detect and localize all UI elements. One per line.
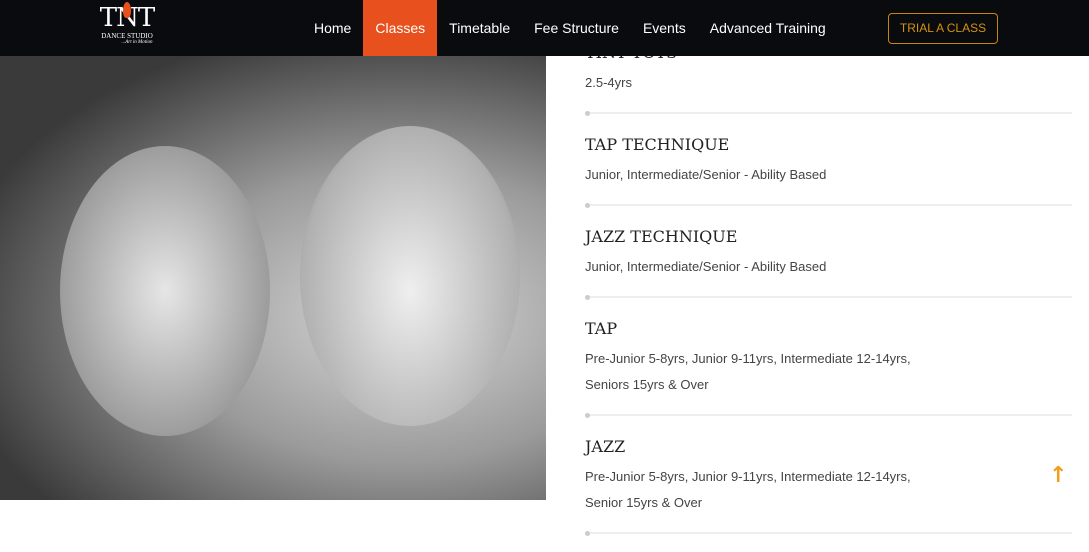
nav-classes[interactable]: Classes [363, 0, 438, 56]
nav-timetable[interactable]: Timetable [437, 0, 522, 56]
logo[interactable]: TNT DANCE STUDIO ...Art in Motion [92, 2, 162, 52]
class-desc: Junior, Intermediate/Senior - Ability Ba… [585, 167, 827, 182]
dancer-left [60, 146, 270, 436]
class-title: TAP [585, 319, 618, 338]
nav-advanced-training[interactable]: Advanced Training [698, 0, 838, 56]
class-title: JAZZ [585, 437, 626, 456]
class-title: JAZZ TECHNIQUE [585, 227, 738, 246]
class-list: TINY TOTS2.5-4yrs TAP TECHNIQUEJunior, I… [585, 40, 1072, 552]
class-desc: 2.5-4yrs [585, 75, 632, 90]
class-title: TAP TECHNIQUE [585, 135, 730, 154]
nav-events[interactable]: Events [631, 0, 698, 56]
flame-icon [123, 2, 131, 18]
class-item: JAZZ Pre-Junior 5-8yrs, Junior 9-11yrs, I… [585, 434, 1072, 536]
class-desc: Junior, Intermediate/Senior - Ability Ba… [585, 259, 827, 274]
class-desc: Pre-Junior 5-8yrs, Junior 9-11yrs, Inter… [585, 351, 911, 392]
nav-fee-structure[interactable]: Fee Structure [522, 0, 631, 56]
logo-tagline: ...Art in Motion [121, 40, 153, 45]
class-item: TAP Pre-Junior 5-8yrs, Junior 9-11yrs, In… [585, 316, 1072, 418]
dancer-right [300, 126, 520, 426]
hero-photo [0, 56, 546, 500]
class-item: TAP TECHNIQUE Junior, Intermediate/Senior… [585, 132, 1072, 208]
main-nav: Home Classes Timetable Fee Structure Eve… [302, 0, 838, 56]
logo-subtitle: DANCE STUDIO [101, 32, 153, 40]
scroll-to-top-arrow-icon[interactable]: ↑ [1049, 463, 1067, 488]
site-header: TNT DANCE STUDIO ...Art in Motion Home C… [0, 0, 1089, 56]
trial-a-class-button[interactable]: TRIAL A CLASS [888, 13, 998, 44]
class-item: JAZZ TECHNIQUE Junior, Intermediate/Senio… [585, 224, 1072, 300]
nav-home[interactable]: Home [302, 0, 363, 56]
class-desc: Pre-Junior 5-8yrs, Junior 9-11yrs, Inter… [585, 469, 911, 510]
